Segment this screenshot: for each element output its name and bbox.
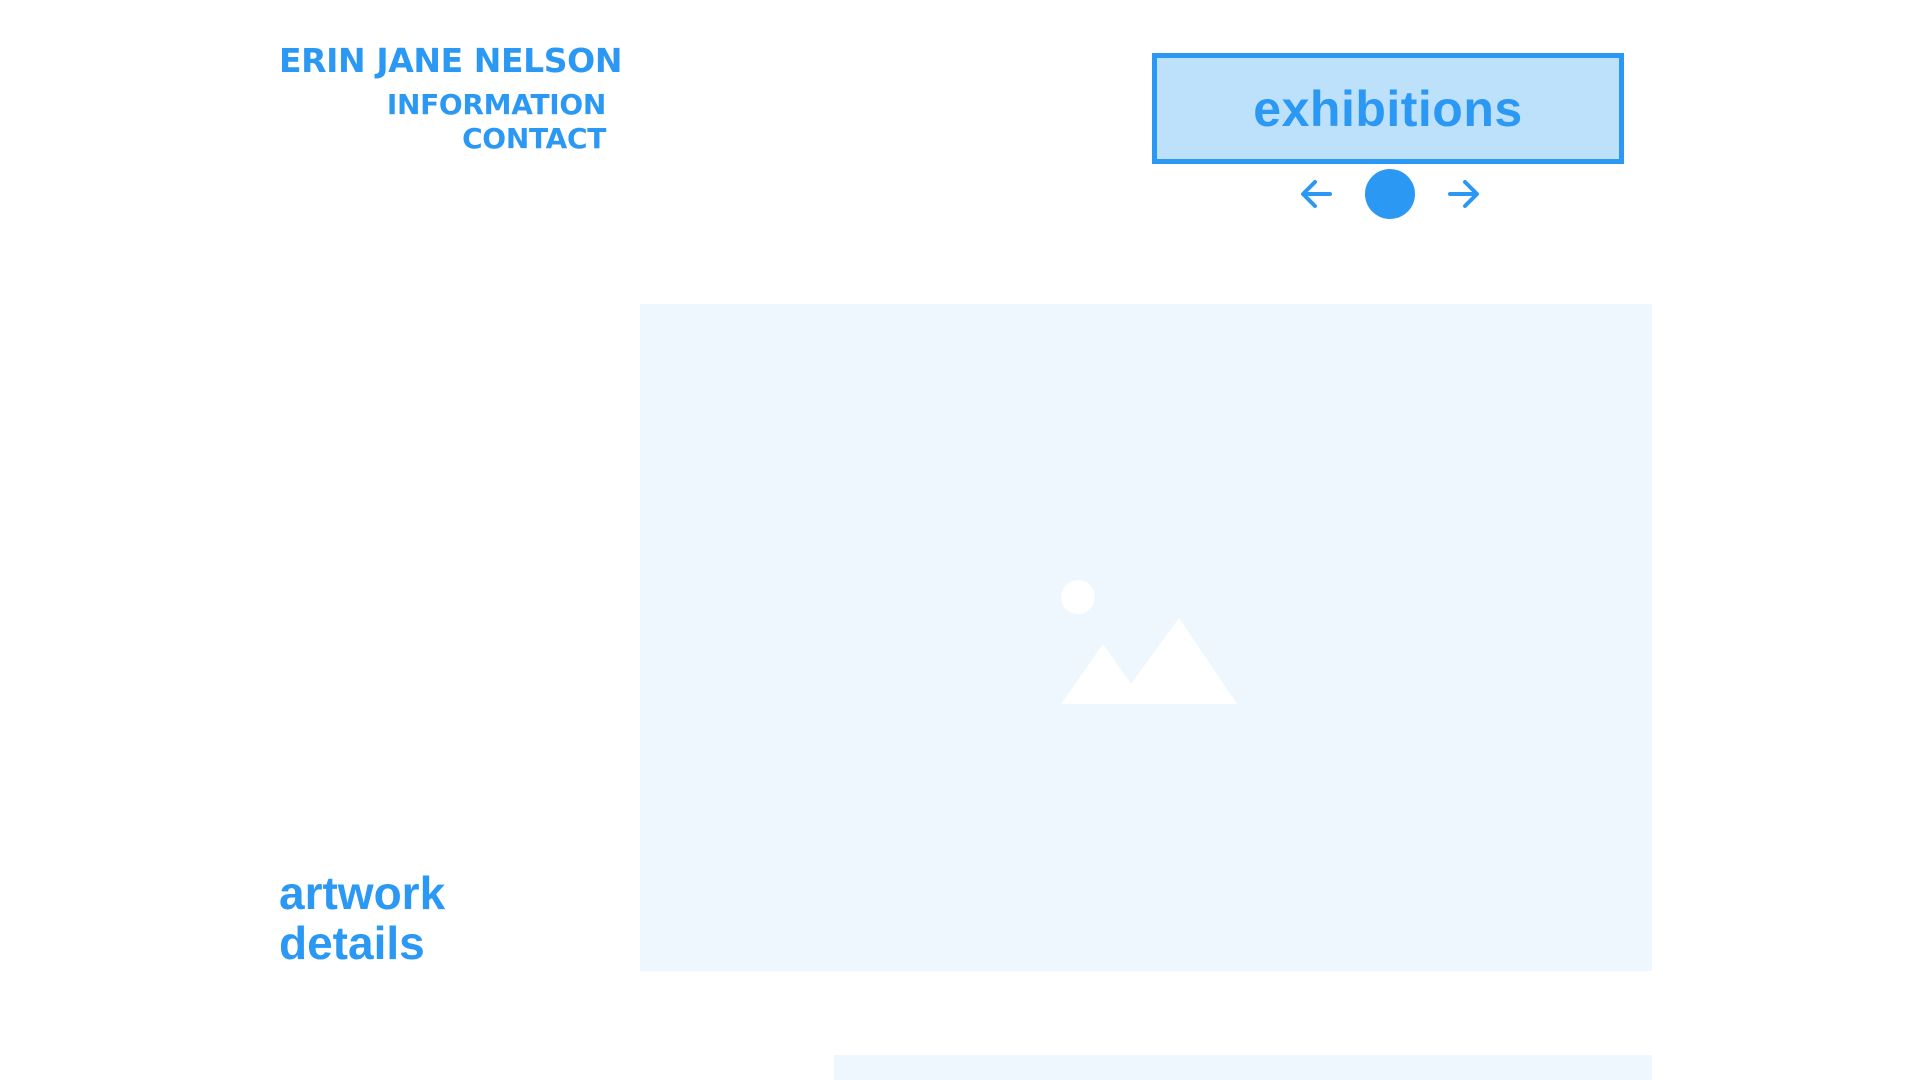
artwork-details: artwork details — [279, 867, 446, 969]
slider-controls — [1295, 168, 1485, 220]
previous-slide-button[interactable] — [1295, 172, 1339, 216]
image-placeholder-icon — [1061, 579, 1237, 704]
nav-item-information[interactable]: INFORMATION — [279, 91, 606, 119]
site-navigation: ERIN JANE NELSON INFORMATION CONTACT — [279, 44, 622, 159]
nav-item-contact[interactable]: CONTACT — [279, 125, 606, 153]
next-artwork-image-placeholder[interactable] — [834, 1055, 1652, 1080]
next-slide-button[interactable] — [1441, 172, 1485, 216]
section-title-exhibitions: exhibitions — [1152, 53, 1624, 164]
current-slide-indicator[interactable] — [1365, 169, 1415, 219]
artwork-image-placeholder[interactable] — [640, 304, 1652, 971]
arrow-right-icon — [1448, 180, 1479, 208]
arrow-left-icon — [1301, 180, 1332, 208]
site-title-link[interactable]: ERIN JANE NELSON — [279, 44, 622, 77]
page: ERIN JANE NELSON INFORMATION CONTACT exh… — [0, 0, 1920, 1080]
